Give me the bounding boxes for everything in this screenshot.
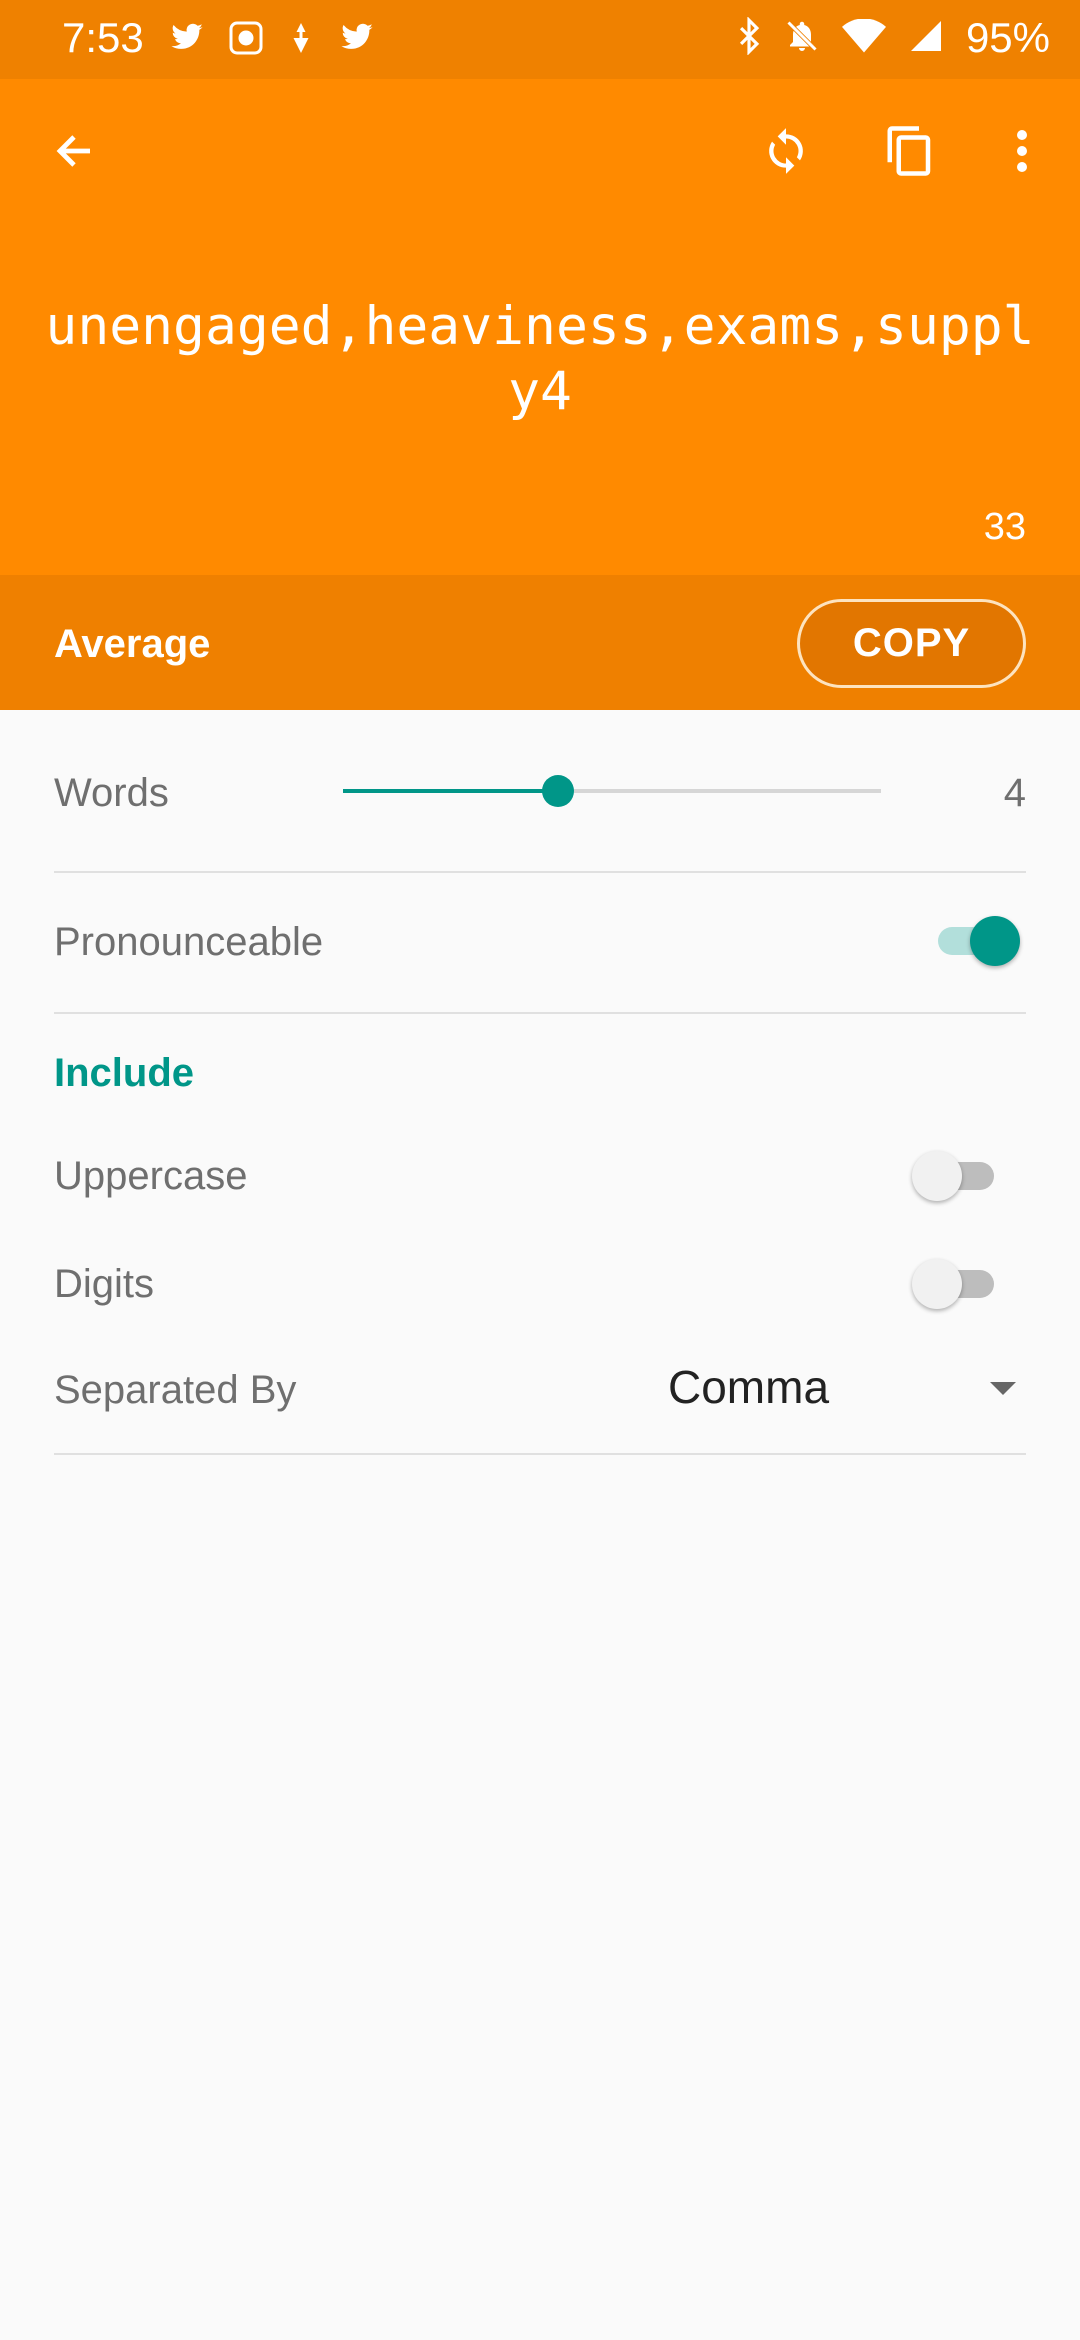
divider xyxy=(54,871,1026,873)
generated-password: unengaged,heaviness,exams,supply4 xyxy=(45,296,1035,422)
words-slider[interactable] xyxy=(343,771,881,811)
back-arrow-icon xyxy=(50,127,98,180)
words-label: Words xyxy=(54,771,169,815)
copy-icon xyxy=(883,124,937,183)
battery-percent: 95% xyxy=(965,14,1050,61)
wifi-icon xyxy=(841,17,886,58)
pronounceable-toggle[interactable] xyxy=(934,910,1020,970)
mute-icon xyxy=(784,18,820,59)
uppercase-label: Uppercase xyxy=(54,1154,248,1198)
slider-fill xyxy=(343,789,559,793)
slider-thumb[interactable] xyxy=(542,775,575,807)
toggle-knob xyxy=(912,1151,962,1201)
signal-icon xyxy=(908,18,944,59)
separator-value: Comma xyxy=(668,1361,830,1413)
copy-button[interactable]: COPY xyxy=(797,599,1026,688)
bluetooth-icon xyxy=(736,15,762,60)
strength-label: Average xyxy=(54,622,211,666)
pronounceable-label: Pronounceable xyxy=(54,920,324,964)
uppercase-toggle[interactable] xyxy=(912,1145,998,1205)
toggle-knob xyxy=(912,1259,962,1309)
digits-toggle[interactable] xyxy=(912,1253,998,1313)
twitter-icon xyxy=(338,20,376,61)
refresh-icon xyxy=(761,126,811,181)
words-value: 4 xyxy=(1003,771,1026,815)
app-bar: unengaged,heaviness,exams,supply4 33 xyxy=(0,79,1080,575)
divider xyxy=(54,1453,1026,1455)
digits-label: Digits xyxy=(54,1262,155,1306)
status-bar: 7:53 95% xyxy=(0,0,1080,79)
status-time: 7:53 xyxy=(62,14,144,61)
password-length: 33 xyxy=(983,506,1026,548)
twitter-icon xyxy=(168,20,206,61)
dropdown-arrow-icon xyxy=(990,1382,1016,1395)
app-icon xyxy=(228,20,264,61)
more-options-button[interactable] xyxy=(974,105,1070,201)
more-vert-icon xyxy=(1002,127,1042,180)
separator-dropdown[interactable]: Comma xyxy=(668,1360,1026,1420)
refresh-button[interactable] xyxy=(738,105,834,201)
copy-toolbar-button[interactable] xyxy=(862,105,958,201)
divider xyxy=(54,1012,1026,1014)
back-button[interactable] xyxy=(26,105,122,201)
notification-icon xyxy=(286,20,316,61)
include-section-title: Include xyxy=(54,1051,195,1095)
toggle-knob xyxy=(970,916,1020,966)
separated-by-label: Separated By xyxy=(54,1368,297,1412)
strength-bar: Average COPY xyxy=(0,575,1080,710)
